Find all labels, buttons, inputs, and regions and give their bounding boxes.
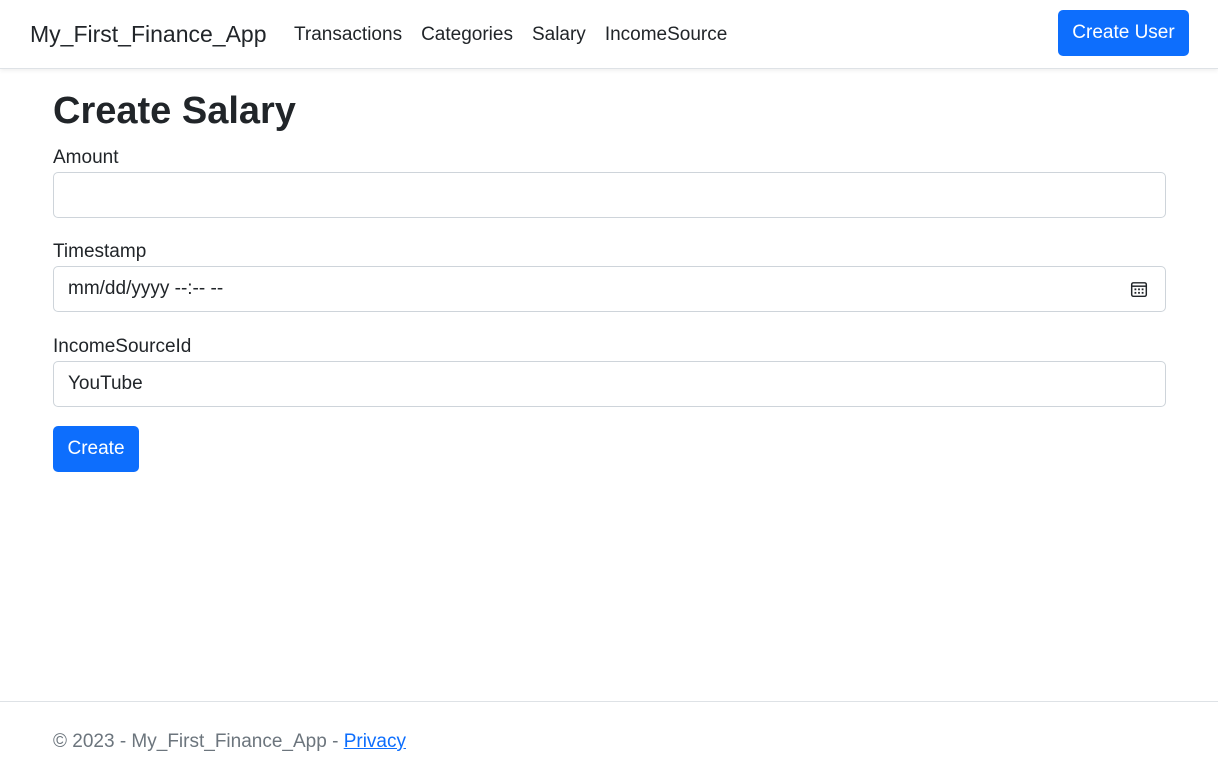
create-user-button[interactable]: Create User <box>1058 10 1189 56</box>
brand-link[interactable]: My_First_Finance_App <box>30 21 267 48</box>
privacy-link[interactable]: Privacy <box>344 731 406 752</box>
footer-text: © 2023 - My_First_Finance_App - Privacy <box>53 731 406 753</box>
calendar-icon[interactable] <box>1130 280 1148 298</box>
income-source-select[interactable]: YouTube <box>53 361 1166 407</box>
amount-input[interactable] <box>53 172 1166 218</box>
nav-link-categories[interactable]: Categories <box>421 24 513 46</box>
page-title: Create Salary <box>53 90 296 132</box>
timestamp-label: Timestamp <box>53 241 147 262</box>
nav-link-incomesource[interactable]: IncomeSource <box>605 24 728 46</box>
timestamp-placeholder: mm/dd/yyyy --:-- -- <box>68 278 224 299</box>
nav-link-transactions[interactable]: Transactions <box>294 24 402 46</box>
copyright-text: © 2023 - My_First_Finance_App - <box>53 731 344 752</box>
top-navbar: My_First_Finance_App Transactions Catego… <box>0 0 1218 69</box>
nav-links: Transactions Categories Salary IncomeSou… <box>294 24 727 46</box>
nav-link-salary[interactable]: Salary <box>532 24 586 46</box>
income-source-label: IncomeSourceId <box>53 336 192 357</box>
amount-label: Amount <box>53 147 119 168</box>
footer: © 2023 - My_First_Finance_App - Privacy <box>0 701 1218 775</box>
timestamp-input[interactable]: mm/dd/yyyy --:-- -- <box>53 266 1166 312</box>
create-button[interactable]: Create <box>53 426 139 472</box>
